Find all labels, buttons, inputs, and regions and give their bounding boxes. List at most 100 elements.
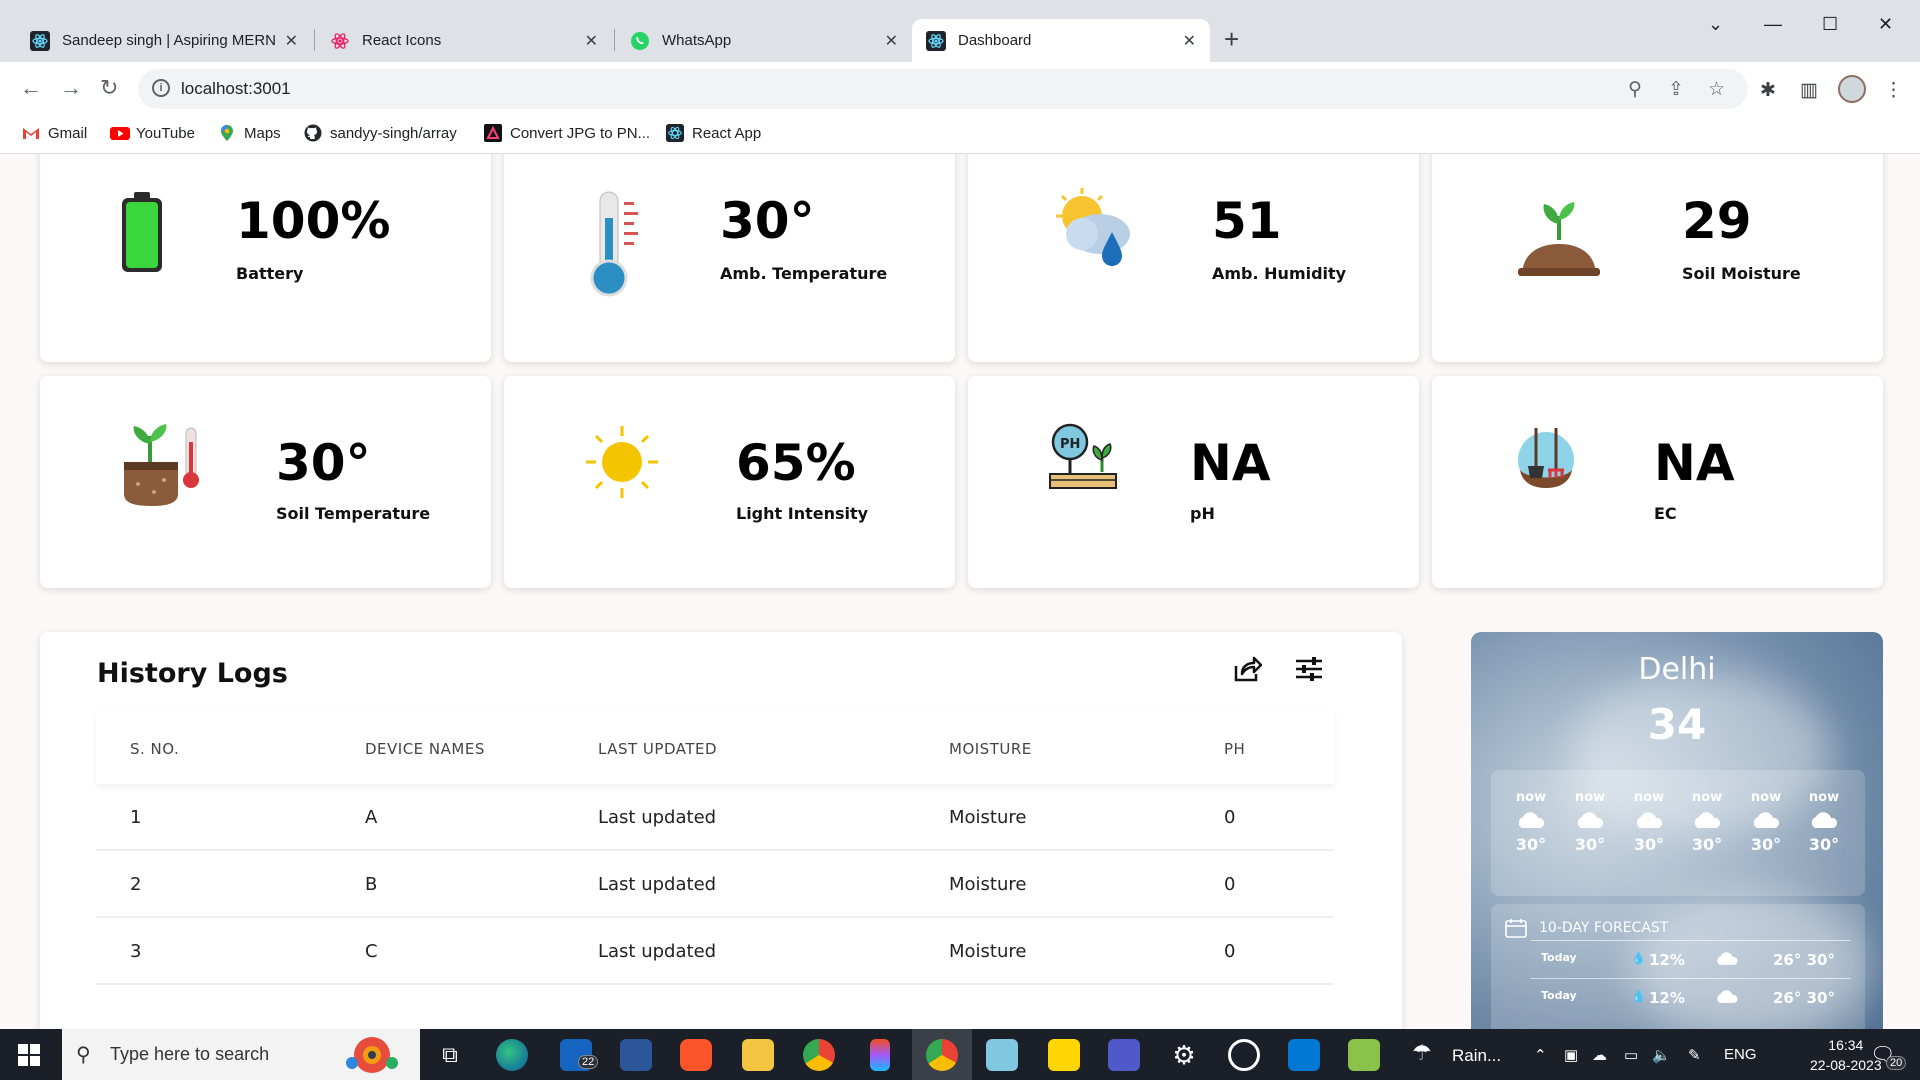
history-logs-title: History Logs bbox=[97, 658, 288, 689]
forward-button[interactable]: → bbox=[60, 75, 82, 101]
hour-temp: 30° bbox=[1808, 835, 1840, 854]
close-icon[interactable]: ✕ bbox=[285, 31, 298, 51]
tab-whatsapp[interactable]: WhatsApp ✕ bbox=[616, 19, 912, 62]
sensor-card-ph[interactable]: PH NA pH bbox=[968, 376, 1419, 588]
calendar-icon bbox=[1505, 919, 1527, 938]
bookmark-label: Convert JPG to PN... bbox=[510, 124, 651, 142]
filter-sliders-icon[interactable] bbox=[1294, 654, 1324, 684]
column-header-last-updated[interactable]: LAST UPDATED bbox=[598, 740, 717, 758]
cloud-icon bbox=[1694, 812, 1721, 828]
column-header-moisture[interactable]: MOISTURE bbox=[949, 740, 1032, 758]
table-row[interactable]: 3 C Last updated Moisture 0 bbox=[96, 918, 1334, 985]
svg-text:PH: PH bbox=[1060, 437, 1080, 452]
image-viewer-icon[interactable] bbox=[1348, 1039, 1380, 1071]
bookmark-github[interactable]: sandyy-singh/array bbox=[304, 124, 457, 142]
export-icon[interactable] bbox=[1232, 654, 1262, 684]
weather-temperature: 34 bbox=[1647, 700, 1707, 749]
figma-icon[interactable] bbox=[870, 1039, 890, 1071]
weather-city: Delhi bbox=[1638, 652, 1716, 687]
humidity-icon bbox=[1056, 188, 1130, 266]
reload-button[interactable]: ↻ bbox=[100, 75, 118, 101]
weather-text[interactable]: Rain... bbox=[1452, 1046, 1501, 1066]
hour-time: now bbox=[1515, 790, 1547, 805]
forecast-day: Today bbox=[1541, 951, 1577, 964]
show-hidden-icons-chevron-icon[interactable]: ⌃ bbox=[1534, 1046, 1547, 1064]
close-window-button[interactable]: ✕ bbox=[1878, 14, 1893, 35]
info-icon[interactable]: i bbox=[152, 79, 170, 97]
vscode-icon[interactable] bbox=[1288, 1039, 1320, 1071]
cell-ph: 0 bbox=[1224, 807, 1236, 828]
close-icon[interactable]: ✕ bbox=[1183, 31, 1196, 51]
chrome-icon[interactable] bbox=[803, 1039, 835, 1071]
edge-icon[interactable] bbox=[496, 1039, 528, 1071]
hourly-item: now 30° bbox=[1799, 790, 1849, 854]
notes-icon[interactable] bbox=[986, 1039, 1018, 1071]
language-indicator[interactable]: ENG bbox=[1724, 1046, 1757, 1063]
sensor-card-soil-moisture[interactable]: 29 Soil Moisture bbox=[1432, 154, 1883, 362]
react-icon bbox=[926, 30, 946, 51]
tab-search-chevron-icon[interactable]: ⌄ bbox=[1708, 14, 1723, 35]
hour-temp: 30° bbox=[1515, 835, 1547, 854]
zoom-icon[interactable]: ⚲ bbox=[1628, 78, 1642, 101]
sticky-notes-icon[interactable] bbox=[1048, 1039, 1080, 1071]
new-tab-button[interactable]: + bbox=[1224, 26, 1239, 52]
task-view-icon[interactable]: ⧉ bbox=[434, 1039, 466, 1071]
bookmark-maps[interactable]: Maps bbox=[218, 124, 281, 142]
bookmark-youtube[interactable]: YouTube bbox=[110, 124, 195, 142]
react-icon bbox=[666, 124, 684, 142]
windows-start-icon[interactable] bbox=[18, 1044, 40, 1066]
cell-device-name: C bbox=[365, 941, 378, 962]
bookmark-react-app[interactable]: React App bbox=[666, 124, 761, 142]
menu-kebab-icon[interactable]: ⋮ bbox=[1884, 79, 1903, 102]
card-label: Soil Temperature bbox=[276, 504, 431, 523]
column-header-ph[interactable]: PH bbox=[1224, 740, 1245, 758]
url-text: localhost:3001 bbox=[181, 79, 291, 98]
bookmark-gmail[interactable]: Gmail bbox=[22, 124, 87, 142]
flower-doodle-icon bbox=[346, 1037, 398, 1073]
avatar[interactable] bbox=[1838, 75, 1866, 103]
volume-icon[interactable]: 🔈 bbox=[1652, 1046, 1671, 1064]
store-icon[interactable] bbox=[620, 1039, 652, 1071]
file-explorer-icon[interactable] bbox=[742, 1039, 774, 1071]
back-button[interactable]: ← bbox=[20, 75, 42, 101]
sensor-card-amb-humidity[interactable]: 51 Amb. Humidity bbox=[968, 154, 1419, 362]
close-icon[interactable]: ✕ bbox=[585, 31, 598, 51]
sensor-card-light-intensity[interactable]: 65% Light Intensity bbox=[504, 376, 955, 588]
table-row[interactable]: 2 B Last updated Moisture 0 bbox=[96, 851, 1334, 918]
table-row[interactable]: 1 A Last updated Moisture 0 bbox=[96, 784, 1334, 851]
maximize-button[interactable]: ☐ bbox=[1822, 14, 1838, 35]
close-icon[interactable]: ✕ bbox=[885, 31, 898, 51]
tab-label: WhatsApp bbox=[662, 32, 732, 49]
side-panel-icon[interactable]: ▥ bbox=[1800, 79, 1818, 102]
tab-dashboard[interactable]: Dashboard ✕ bbox=[912, 19, 1210, 62]
forecast-range: 26° 30° bbox=[1773, 951, 1835, 969]
brave-icon[interactable] bbox=[680, 1039, 712, 1071]
weather-umbrella-icon[interactable]: ☂ bbox=[1412, 1040, 1432, 1066]
pen-icon[interactable]: ✎ bbox=[1688, 1046, 1701, 1064]
extensions-icon[interactable]: ✱ bbox=[1760, 79, 1776, 102]
network-icon[interactable]: ☁ bbox=[1592, 1046, 1607, 1064]
sensor-card-amb-temperature[interactable]: 30° Amb. Temperature bbox=[504, 154, 955, 362]
bookmark-star-icon[interactable]: ☆ bbox=[1708, 78, 1725, 101]
bookmark-convert[interactable]: Convert JPG to PN... bbox=[484, 124, 650, 142]
column-header-sno[interactable]: S. NO. bbox=[130, 740, 179, 758]
sensor-card-battery[interactable]: 100% Battery bbox=[40, 154, 491, 362]
address-bar[interactable]: i localhost:3001 ⚲ ⇪ ☆ bbox=[138, 69, 1748, 109]
device-icon[interactable]: ▣ bbox=[1564, 1046, 1578, 1064]
column-header-device-names[interactable]: DEVICE NAMES bbox=[365, 740, 485, 758]
settings-gear-icon[interactable]: ⚙ bbox=[1168, 1039, 1200, 1071]
windows-taskbar: ⚲ Type here to search ⧉ 22 ⚙ ☂ Rain... ⌃… bbox=[0, 1029, 1920, 1080]
battery-tray-icon[interactable]: ▭ bbox=[1624, 1046, 1638, 1064]
share-icon[interactable]: ⇪ bbox=[1668, 78, 1684, 101]
tab-react-icons[interactable]: React Icons ✕ bbox=[316, 19, 612, 62]
react-icon bbox=[30, 30, 50, 51]
taskbar-search-input[interactable]: ⚲ Type here to search bbox=[62, 1029, 420, 1080]
sun-icon bbox=[586, 426, 658, 498]
sensor-card-soil-temperature[interactable]: 30° Soil Temperature bbox=[40, 376, 491, 588]
tab-sandeep-singh[interactable]: Sandeep singh | Aspiring MERN S ✕ bbox=[16, 19, 312, 62]
sensor-card-ec[interactable]: NA EC bbox=[1432, 376, 1883, 588]
minimize-button[interactable]: — bbox=[1764, 14, 1782, 35]
chrome-active-icon[interactable] bbox=[926, 1039, 958, 1071]
obs-icon[interactable] bbox=[1228, 1039, 1260, 1071]
teams-icon[interactable] bbox=[1108, 1039, 1140, 1071]
